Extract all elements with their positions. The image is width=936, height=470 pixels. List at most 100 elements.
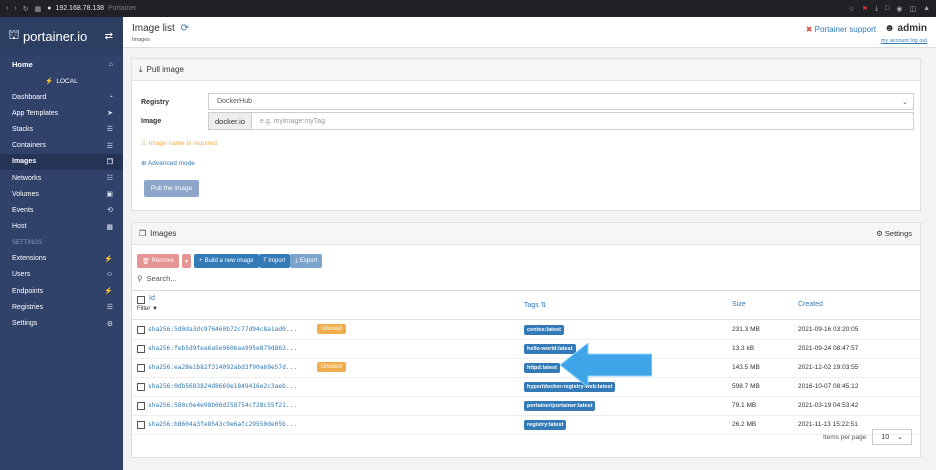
image-id-link[interactable]: sha256:580c0e4e98b06d258754cf28c55f21... [148, 402, 297, 409]
refresh-icon[interactable]: ⟳ [181, 23, 189, 34]
sidebar-item-users[interactable]: Users ☺ [0, 267, 123, 283]
sidebar-icon[interactable]: ◫ [909, 5, 916, 13]
my-account-link[interactable]: my account [881, 38, 909, 44]
column-created[interactable]: Created [798, 301, 823, 308]
table-settings-button[interactable]: ⚙ Settings [876, 229, 912, 238]
select-all-checkbox[interactable] [137, 296, 145, 304]
sidebar-item-networks[interactable]: Networks ☷ [0, 170, 123, 186]
unused-badge: Unused [317, 324, 346, 334]
toggle-sidebar-icon[interactable]: ⇄ [105, 31, 113, 42]
import-button[interactable]: ⤒ Import [258, 254, 291, 268]
endpoint-name: ⚡ LOCAL [0, 73, 123, 89]
sitemap-icon: ☷ [106, 175, 113, 183]
pagination: Items per page 10 ⌄ [823, 429, 912, 445]
bolt-icon: ⚡ [104, 255, 113, 263]
sidebar-item-volumes[interactable]: Volumes ▣ [0, 186, 123, 202]
back-icon[interactable]: ‹ [6, 5, 8, 12]
remove-dropdown-button[interactable]: ▾ [181, 254, 191, 268]
image-id-link[interactable]: sha256:feb5d9fea6a5e9606aa995e879d862... [148, 345, 297, 352]
advanced-mode-label: Advanced mode [147, 160, 195, 167]
row-checkbox[interactable] [137, 364, 145, 372]
sidebar-item-label: Extensions [12, 255, 47, 263]
advanced-mode-link[interactable]: ⊕ Advanced mode [141, 159, 195, 167]
image-prefix: docker.io [208, 112, 252, 130]
image-size: 13.3 kB [732, 345, 755, 352]
sidebar-item-stacks[interactable]: Stacks ☰ [0, 121, 123, 137]
sidebar-item-endpoints[interactable]: Endpoints ⚡ [0, 283, 123, 299]
search-bar[interactable]: ⚲ Search... [137, 274, 177, 283]
search-input[interactable]: Search... [147, 274, 177, 283]
log-out-link[interactable]: log out [910, 38, 927, 44]
sidebar-item-host[interactable]: Host ▦ [0, 219, 123, 235]
forward-icon[interactable]: › [14, 5, 16, 12]
sidebar-item-home[interactable]: Home ⌂ [0, 55, 123, 73]
search-icon: ⚲ [137, 274, 143, 283]
sidebar-item-registries[interactable]: Registries ☰ [0, 299, 123, 315]
image-tag-badge: portainer/portainer:latest [524, 401, 596, 411]
warning-text: Image name is required. [148, 140, 219, 147]
user-name: ☻ admin [884, 23, 927, 34]
image-input[interactable]: e.g. myImage:myTag [251, 112, 914, 130]
warning-icon: ⚠ [141, 140, 147, 147]
remove-label: Remove [151, 258, 174, 264]
images-widget: ❐ Images ⚙ Settings 🗑 Remove ▾ + Build a… [131, 222, 921, 458]
remove-button[interactable]: 🗑 Remove [137, 254, 179, 268]
sidebar-item-containers[interactable]: Containers ☰ [0, 138, 123, 154]
image-id-link[interactable]: sha256:b8604a3fe8543c9e6afc29550de05b... [148, 421, 297, 428]
star-icon[interactable]: ☆ [848, 5, 854, 13]
table-row[interactable]: sha256:580c0e4e98b06d258754cf28c55f21...… [132, 397, 920, 416]
items-per-page-select[interactable]: 10 ⌄ [872, 429, 912, 445]
sidebar-item-settings[interactable]: Settings ⚙ [0, 315, 123, 331]
table-row[interactable]: sha256:ea28e1b82f314092abd3f90a69e57d...… [132, 359, 920, 378]
sidebar-item-images[interactable]: Images ❐ [0, 153, 123, 170]
extension-icon[interactable]: ▲ [923, 5, 930, 13]
image-created: 2021-03-19 04:53:42 [798, 402, 859, 409]
image-size: 79.1 MB [732, 402, 757, 409]
table-row[interactable]: sha256:0db5683824d8669e1849416e2c3aeb...… [132, 378, 920, 397]
table-row[interactable]: sha256:feb5d9fea6a5e9606aa995e879d862...… [132, 340, 920, 359]
tab-grid-icon[interactable]: ▦ [35, 5, 42, 13]
export-label: Export [299, 258, 318, 264]
sidebar-item-label: Events [12, 206, 34, 214]
support-label: Portainer support [814, 25, 876, 34]
image-id-link[interactable]: sha256:0db5683824d8669e1849416e2c3aeb... [148, 383, 297, 390]
support-link[interactable]: ✖ Portainer support [806, 25, 876, 34]
sidebar-item-dashboard[interactable]: Dashboard ◔ [0, 89, 123, 105]
sidebar-item-app-templates[interactable]: App Templates ➤ [0, 105, 123, 121]
sidebar-item-events[interactable]: Events ⟲ [0, 202, 123, 218]
row-checkbox[interactable] [137, 383, 145, 391]
row-checkbox[interactable] [137, 402, 145, 410]
download-icon[interactable]: ⤓ [875, 5, 878, 13]
row-checkbox[interactable] [137, 345, 145, 353]
download-icon: ⤓ [139, 64, 143, 74]
address-bar[interactable]: ● 192.168.78.138 Portainer [47, 5, 136, 12]
images-header: ❐ Images ⚙ Settings [132, 223, 920, 245]
filter-control[interactable]: Filter ▼ [137, 306, 158, 312]
export-button[interactable]: ⤓ Export [290, 254, 323, 268]
table-row[interactable]: sha256:b8604a3fe8543c9e6afc29550de05b...… [132, 416, 920, 435]
pull-image-button[interactable]: Pull the image [144, 180, 199, 197]
sidebar-item-label: Settings [12, 320, 38, 328]
flag-icon[interactable]: ⚑ [862, 5, 868, 13]
logo[interactable]: ⛫ portainer.io ⇄ [0, 17, 123, 55]
registry-select[interactable]: DockerHub ⌄ [208, 93, 914, 110]
image-id-link[interactable]: sha256:ea28e1b82f314092abd3f90a69e57d... [148, 364, 297, 371]
chat-icon[interactable]: □ [885, 5, 889, 13]
reload-icon[interactable]: ↻ [23, 5, 29, 13]
row-checkbox[interactable] [137, 326, 145, 334]
row-checkbox[interactable] [137, 421, 145, 429]
sidebar-item-extensions[interactable]: Extensions ⚡ [0, 251, 123, 267]
registry-value: DockerHub [217, 98, 253, 105]
image-id-link[interactable]: sha256:5d0da3dc976460b72c77d94c8a1ad0... [148, 326, 297, 333]
build-image-button[interactable]: + Build a new image [193, 254, 259, 268]
column-tags[interactable]: Tags ⇅ [524, 301, 547, 309]
image-created: 2021-09-16 03:20:05 [798, 326, 859, 333]
table-row[interactable]: sha256:5d0da3dc976460b72c77d94c8a1ad0...… [132, 321, 920, 340]
camera-icon[interactable]: ◉ [896, 5, 902, 13]
column-id[interactable]: Id [149, 295, 155, 302]
image-tag-badge: centos:latest [524, 325, 564, 335]
settings-section-label: SETTINGS [12, 239, 43, 246]
column-size[interactable]: Size [732, 301, 746, 308]
gear-icon: ⚙ [876, 229, 883, 238]
import-label: Import [268, 258, 286, 264]
